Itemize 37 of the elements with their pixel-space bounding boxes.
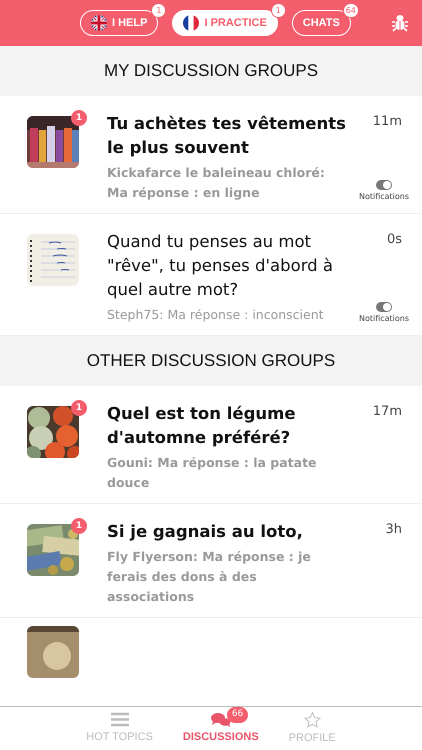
chat-bubbles-icon xyxy=(210,712,231,727)
last-message: Gouni: Ma réponse : la patate douce xyxy=(107,454,318,492)
section-title: OTHER DISCUSSION GROUPS xyxy=(86,350,336,372)
section-title: MY DISCUSSION GROUPS xyxy=(104,60,318,82)
notifications-toggle[interactable] xyxy=(376,180,392,190)
group-row[interactable]: 1 Tu achètes tes vêtements le plus souvent Kickafarce le baleineau chloré: Ma réponse : en ligne 11m Notifications xyxy=(0,96,422,214)
notifications-toggle[interactable] xyxy=(376,302,392,312)
toggle-label: Notifications xyxy=(358,313,410,325)
timestamp: 17m xyxy=(372,403,402,421)
unread-badge: 1 xyxy=(71,110,87,126)
group-title: Quel est ton légume d'automne préféré? xyxy=(107,403,297,449)
last-message: Steph75: Ma réponse : inconscient xyxy=(107,306,325,324)
last-message: Fly Flyerson: Ma réponse : je ferais des dons à des associations xyxy=(107,548,312,606)
count-badge: 64 xyxy=(342,3,359,18)
language-tab[interactable]: I PRACTICE xyxy=(172,10,278,36)
tab-bar-item[interactable]: HOT TOPICS xyxy=(86,707,153,746)
group-title: Quand tu penses au mot "rêve", tu penses d'abord à quel autre mot? xyxy=(107,231,334,301)
group-row[interactable]: 1 Si je gagnais au loto, Fly Flyerson: Ma réponse : je ferais des dons à des associations 3h xyxy=(0,504,422,618)
group-title: Tu achètes tes vêtements le plus souvent xyxy=(107,113,347,159)
count-badge: 66 xyxy=(226,707,248,722)
group-row[interactable]: 1 Quel est ton légume d'automne préféré? Gouni: Ma réponse : la patate douce 17m xyxy=(0,386,422,504)
timestamp: 11m xyxy=(372,113,402,131)
unread-badge: 1 xyxy=(71,400,87,416)
timestamp: 3h xyxy=(385,521,402,539)
flag-icon xyxy=(183,15,200,31)
flag-icon xyxy=(91,15,107,31)
count-badge: 1 xyxy=(270,3,286,18)
last-message: Kickafarce le baleineau chloré: Ma réponse : en ligne xyxy=(107,164,326,202)
bug-icon[interactable] xyxy=(392,14,408,32)
group-title: Si je gagnais au loto, xyxy=(107,521,304,543)
timestamp: 0s xyxy=(386,231,402,249)
star-icon xyxy=(304,712,321,728)
toggle-label: Notifications xyxy=(358,191,410,203)
unread-badge: 1 xyxy=(71,518,87,534)
tab-bar-item[interactable]: PROFILE xyxy=(288,707,336,746)
count-badge: 1 xyxy=(151,3,166,18)
menu-icon xyxy=(110,712,129,727)
